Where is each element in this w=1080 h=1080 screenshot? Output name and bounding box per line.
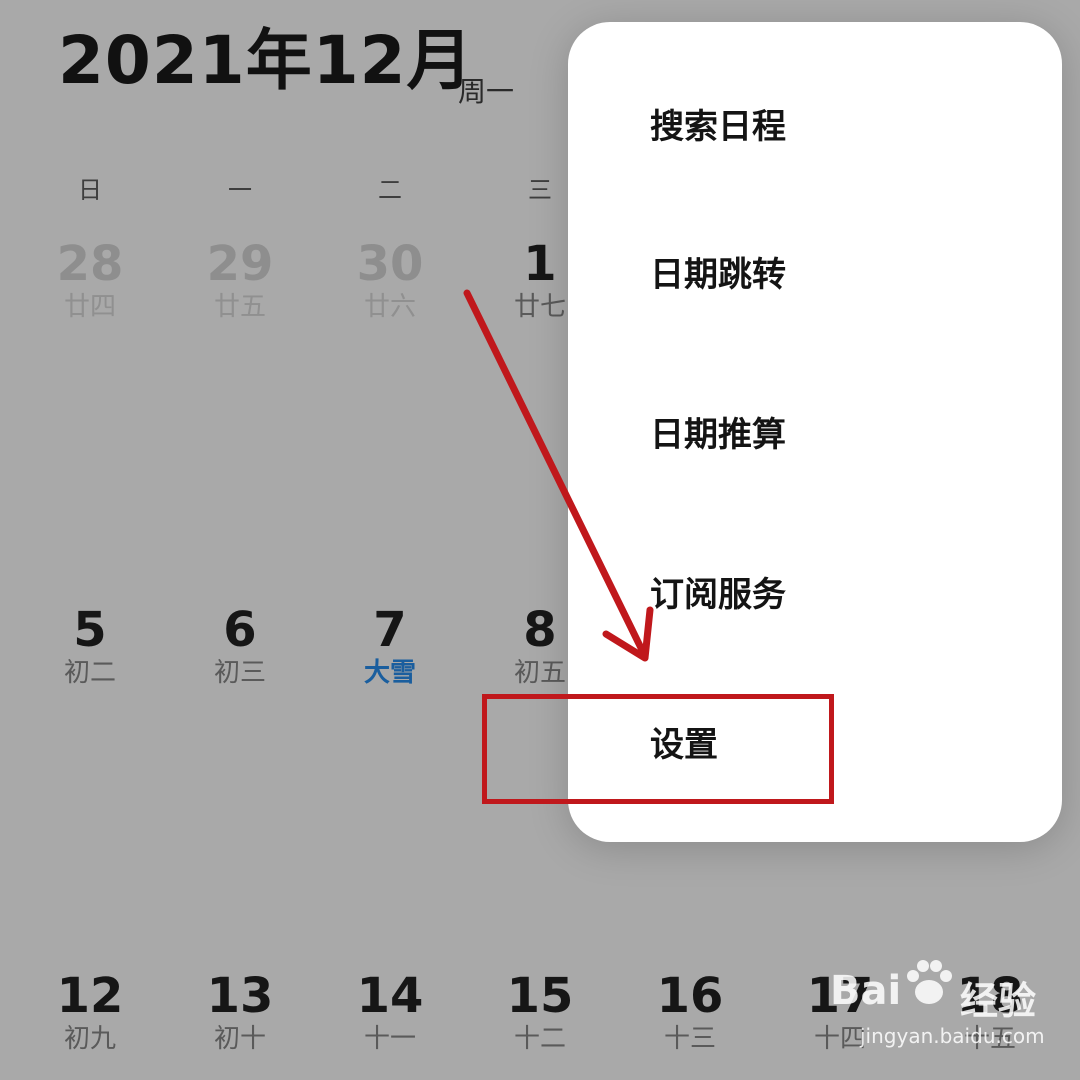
highlight-box-settings <box>482 694 834 804</box>
baidu-jingyan-watermark: Bai 经验 jingyan.baidu.com <box>830 958 1070 1058</box>
watermark-brand: Bai <box>830 968 902 1014</box>
watermark-cn: 经验 <box>960 979 1037 1023</box>
annotation-arrow <box>463 289 654 662</box>
paw-icon <box>907 960 952 1004</box>
watermark-url: jingyan.baidu.com <box>860 1024 1045 1048</box>
